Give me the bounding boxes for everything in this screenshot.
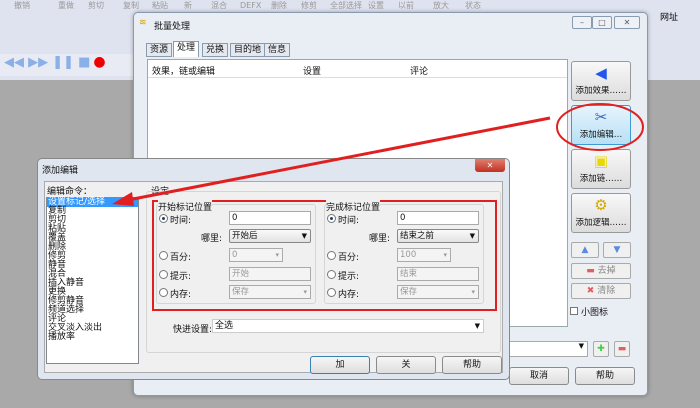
annotation-arrowhead — [112, 192, 134, 206]
annotation-ellipse — [556, 103, 644, 151]
annotation-arrow — [127, 116, 551, 202]
annotation-overlay — [112, 103, 644, 206]
